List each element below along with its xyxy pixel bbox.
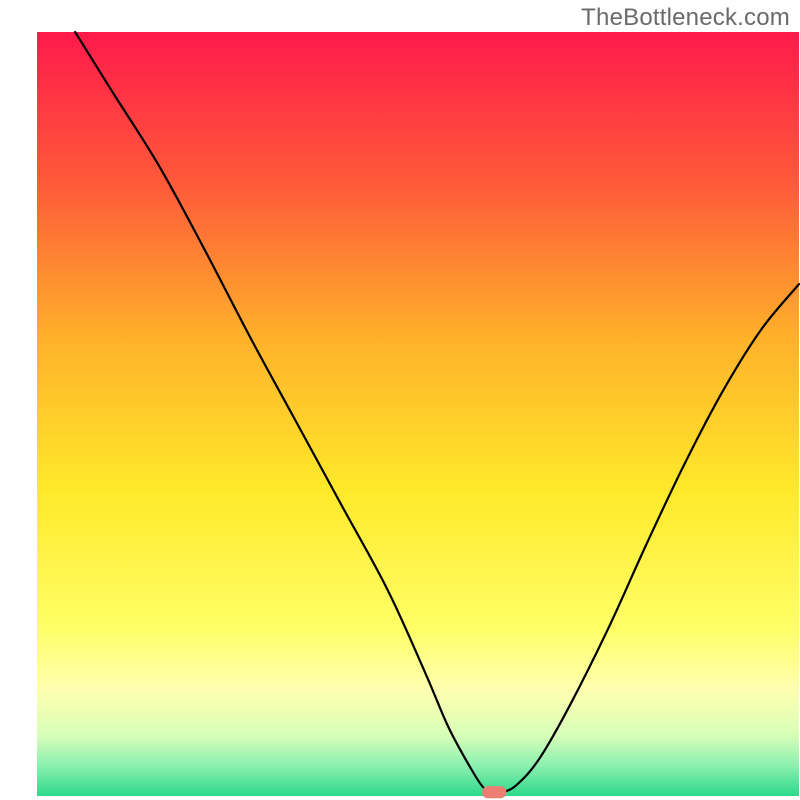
plot-svg — [0, 0, 800, 800]
current-point-marker — [482, 786, 506, 798]
gradient-background — [37, 32, 799, 796]
bottleneck-chart: TheBottleneck.com — [0, 0, 800, 800]
attribution-label: TheBottleneck.com — [581, 4, 790, 32]
